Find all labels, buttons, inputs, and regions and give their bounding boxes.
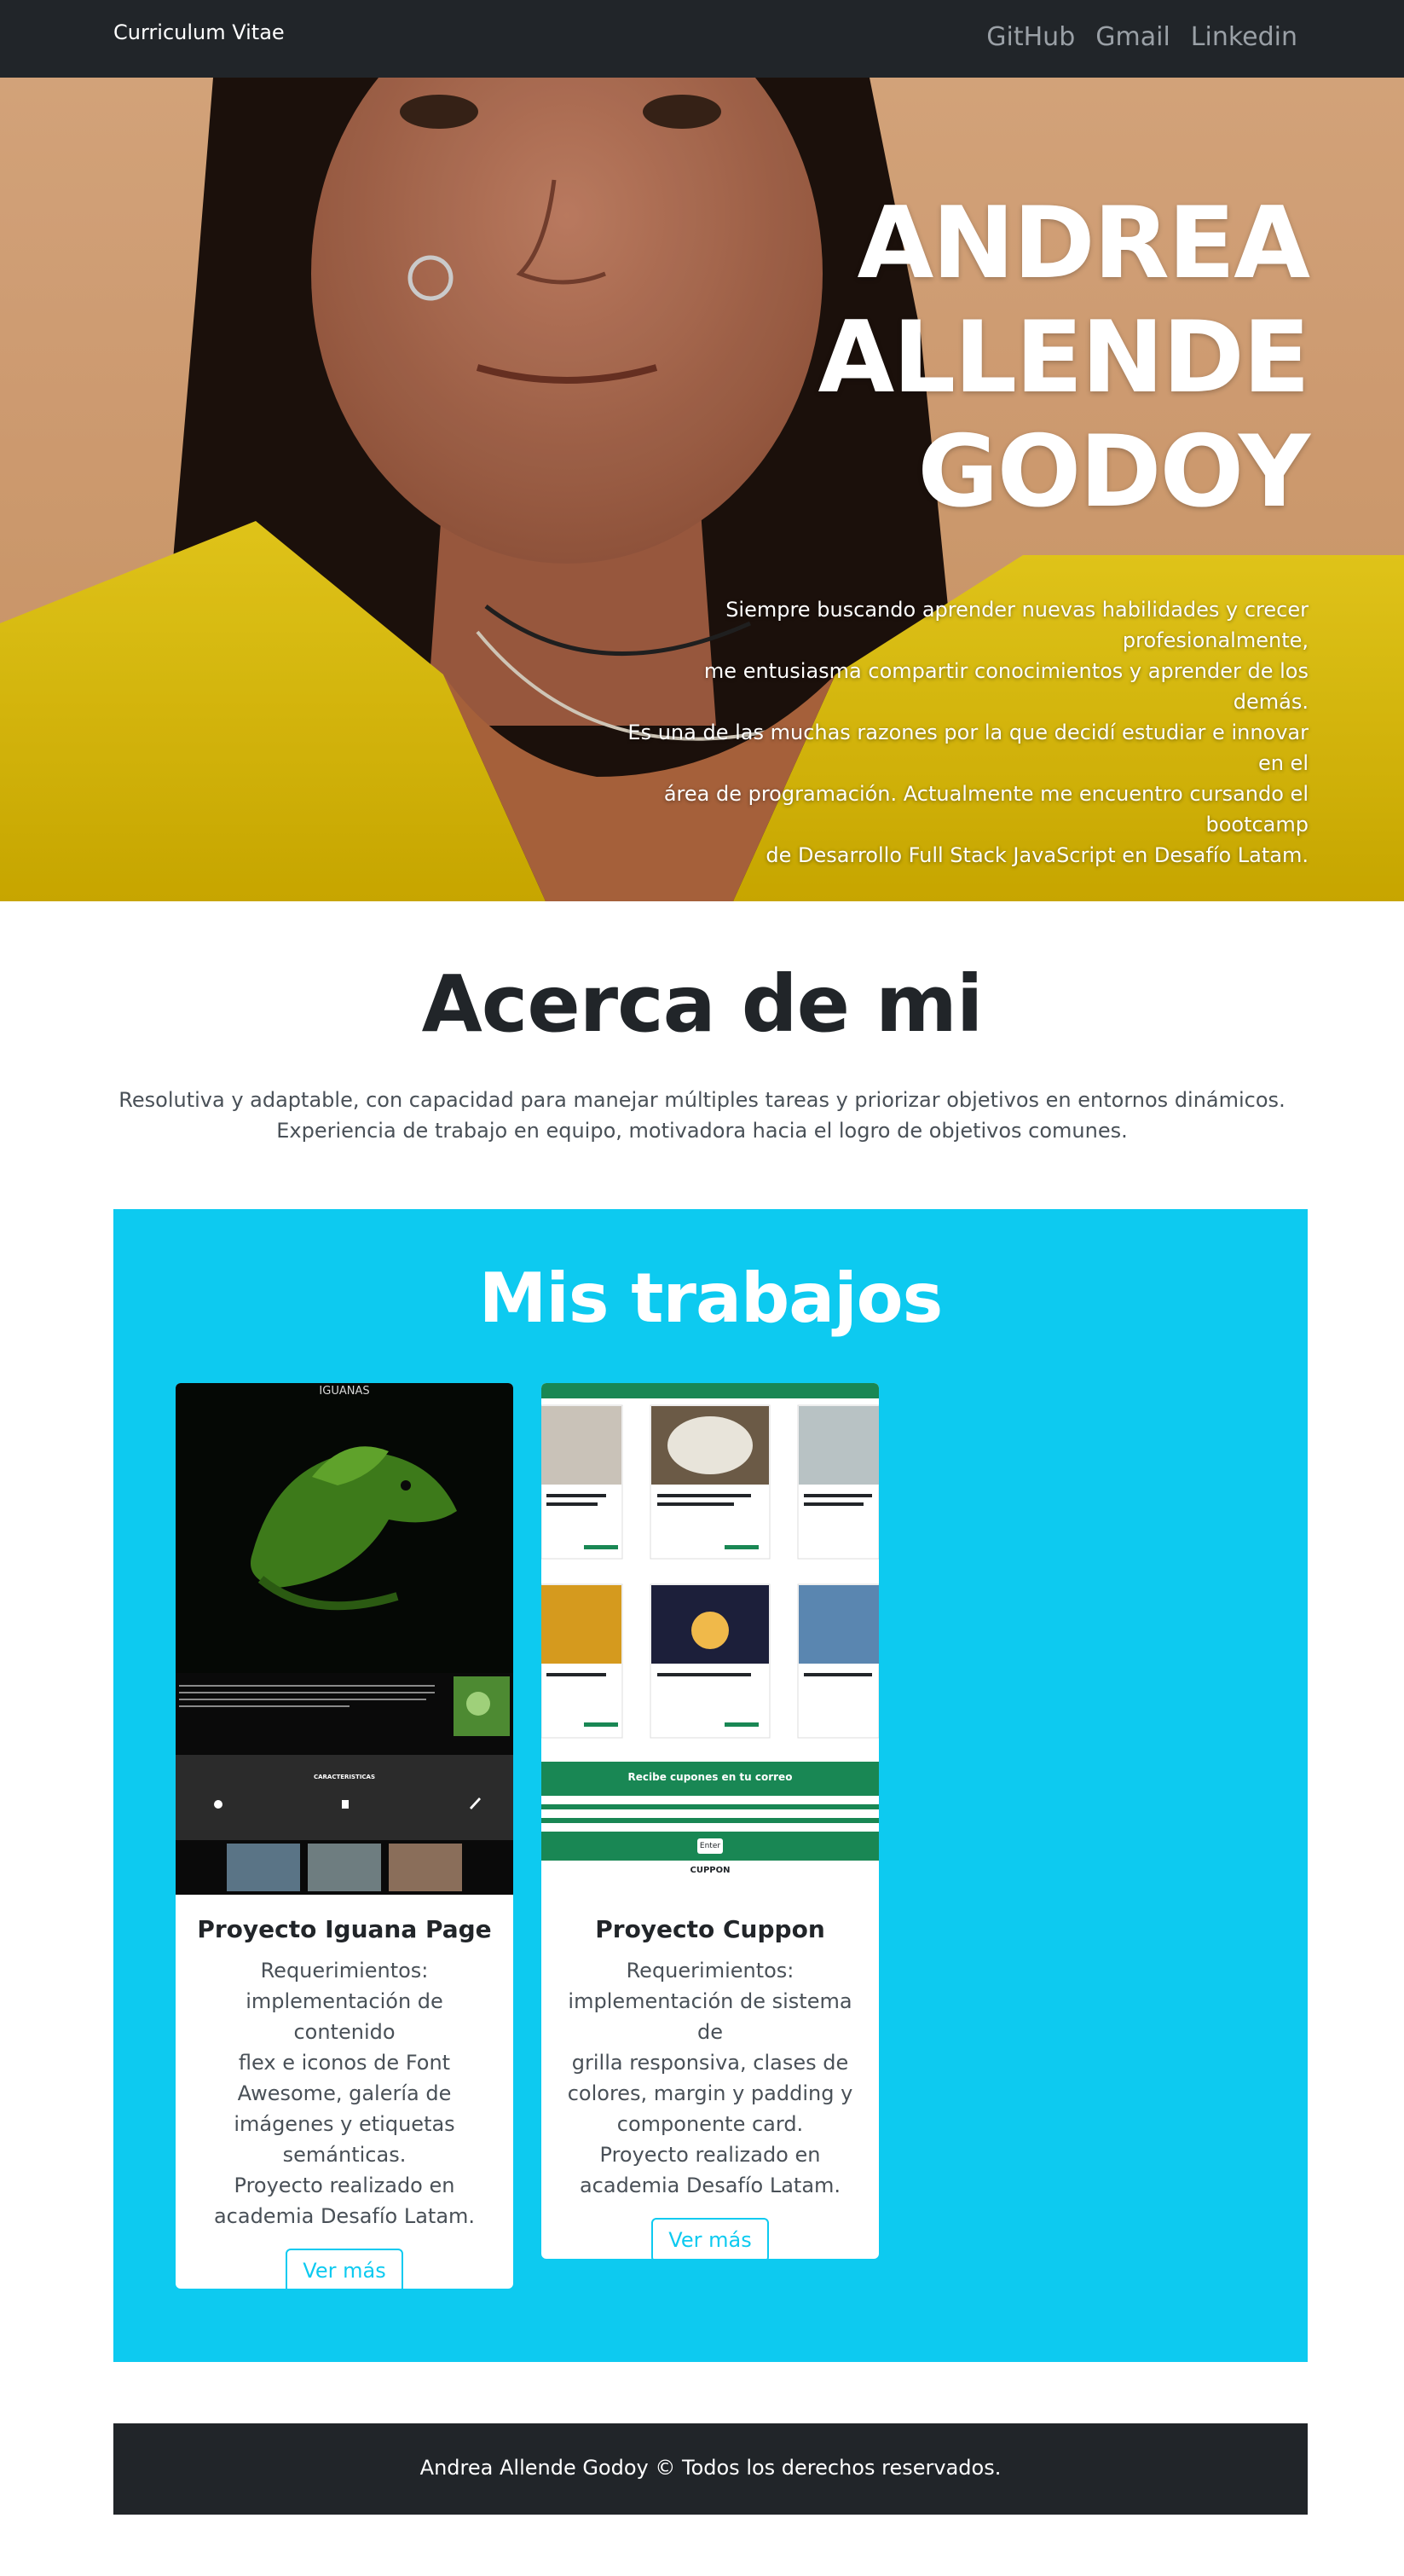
card-text-line: colores, margin y padding y xyxy=(567,2081,853,2105)
card-text-line: implementación de contenido xyxy=(246,1989,443,2044)
hero-title-line: ALLENDE xyxy=(818,300,1310,415)
card-text: Requerimientos: implementación de sistem… xyxy=(562,1955,858,2201)
cuppon-subscribe-band: Recibe cupones en tu correo xyxy=(541,1762,879,1796)
top-navbar: Curriculum Vitae GitHub Gmail Linkedin xyxy=(0,0,1404,78)
about-title: Acerca de mi xyxy=(421,958,984,1050)
iguana-intro-block xyxy=(176,1673,513,1755)
card-text: Requerimientos: implementación de conten… xyxy=(196,1955,493,2232)
iguana-hero-image: IGUANAS xyxy=(176,1383,513,1673)
hero-title: ANDREA ALLENDE GODOY xyxy=(818,186,1310,530)
iguana-features-block: CARACTERISTICAS xyxy=(176,1755,513,1840)
about-text-line: Experiencia de trabajo en equipo, motiva… xyxy=(276,1119,1128,1143)
cuppon-subscribe-text: Recibe cupones en tu correo xyxy=(627,1771,793,1783)
hero-description-line: área de programación. Actualmente me enc… xyxy=(663,782,1309,836)
card-text-line: componente card. xyxy=(616,2112,804,2136)
cuppon-enter-button: Enter xyxy=(697,1838,723,1854)
works-title: Mis trabajos xyxy=(478,1259,943,1338)
hero-description-line: de Desarrollo Full Stack JavaScript en D… xyxy=(766,843,1309,867)
card-body: Proyecto Iguana Page Requerimientos: imp… xyxy=(176,1895,513,2289)
card-text-line: grilla responsiva, clases de xyxy=(571,2051,849,2075)
card-text-line: flex e iconos de Font xyxy=(238,2051,451,2075)
card-text-line: Requerimientos: xyxy=(626,1959,794,1983)
cuppon-enter-band: Enter xyxy=(541,1832,879,1861)
footer-text: Andrea Allende Godoy © Todos los derecho… xyxy=(419,2456,1002,2480)
cuppon-thumbnail: Recibe cupones en tu correo Enter CUPPON xyxy=(541,1383,879,1895)
card-text-line: imágenes y etiquetas xyxy=(234,2112,455,2136)
ver-mas-button-iguana[interactable]: Ver más xyxy=(286,2249,403,2289)
card-text-line: Proyecto realizado en xyxy=(234,2174,455,2197)
ver-mas-button-cuppon[interactable]: Ver más xyxy=(651,2218,769,2259)
nav-link-github[interactable]: GitHub xyxy=(986,22,1075,52)
works-section: Mis trabajos IGUANAS CARACTERISTICAS Pro… xyxy=(113,1209,1308,2362)
card-text-line: semánticas. xyxy=(282,2143,407,2167)
card-text-line: implementación de sistema de xyxy=(568,1989,852,2044)
iguana-gallery-block xyxy=(176,1840,513,1895)
iguana-gallery-thumbs xyxy=(227,1844,462,1891)
card-title: Proyecto Cuppon xyxy=(595,1915,825,1943)
iguana-feature-icons xyxy=(214,1797,481,1809)
hero-title-line: ANDREA xyxy=(857,186,1310,301)
brand-link[interactable]: Curriculum Vitae xyxy=(113,20,285,44)
hero-section: ANDREA ALLENDE GODOY Siempre buscando ap… xyxy=(0,78,1404,901)
cuppon-footer-label: CUPPON xyxy=(690,1866,731,1875)
hero-title-line: GODOY xyxy=(917,414,1310,530)
cuppon-divider xyxy=(541,1804,879,1809)
cuppon-divider xyxy=(541,1818,879,1823)
about-text-line: Resolutiva y adaptable, con capacidad pa… xyxy=(118,1088,1286,1112)
iguana-thumbnail: IGUANAS CARACTERISTICAS xyxy=(176,1383,513,1895)
card-title: Proyecto Iguana Page xyxy=(197,1915,492,1943)
about-text: Resolutiva y adaptable, con capacidad pa… xyxy=(102,1085,1302,1146)
project-card-iguana: IGUANAS CARACTERISTICAS Proyecto Iguana … xyxy=(176,1383,513,2289)
hero-description: Siempre buscando aprender nuevas habilid… xyxy=(627,594,1309,871)
nav-link-linkedin[interactable]: Linkedin xyxy=(1191,22,1297,52)
hero-description-line: me entusiasma compartir conocimientos y … xyxy=(703,659,1309,714)
nav-links: GitHub Gmail Linkedin xyxy=(986,22,1297,52)
hero-description-line: profesionalmente, xyxy=(1122,628,1309,652)
iguana-text-lines xyxy=(179,1676,510,1736)
card-text-line: academia Desafío Latam. xyxy=(579,2174,841,2197)
nav-link-gmail[interactable]: Gmail xyxy=(1095,22,1170,52)
iguana-illustration xyxy=(251,1446,457,1611)
card-text-line: Awesome, galería de xyxy=(237,2081,452,2105)
hero-description-line: Siempre buscando aprender nuevas habilid… xyxy=(725,598,1309,622)
page-footer: Andrea Allende Godoy © Todos los derecho… xyxy=(113,2423,1308,2515)
cuppon-page-preview: Recibe cupones en tu correo Enter CUPPON xyxy=(541,1383,879,1895)
card-text-line: academia Desafío Latam. xyxy=(213,2204,476,2228)
card-text-line: Proyecto realizado en xyxy=(599,2143,821,2167)
card-text-line: Requerimientos: xyxy=(260,1959,429,1983)
card-body: Proyecto Cuppon Requerimientos: implemen… xyxy=(541,1895,879,2259)
project-card-cuppon: Recibe cupones en tu correo Enter CUPPON… xyxy=(541,1383,879,2259)
hero-description-line: Es una de las muchas razones por la que … xyxy=(627,721,1309,775)
